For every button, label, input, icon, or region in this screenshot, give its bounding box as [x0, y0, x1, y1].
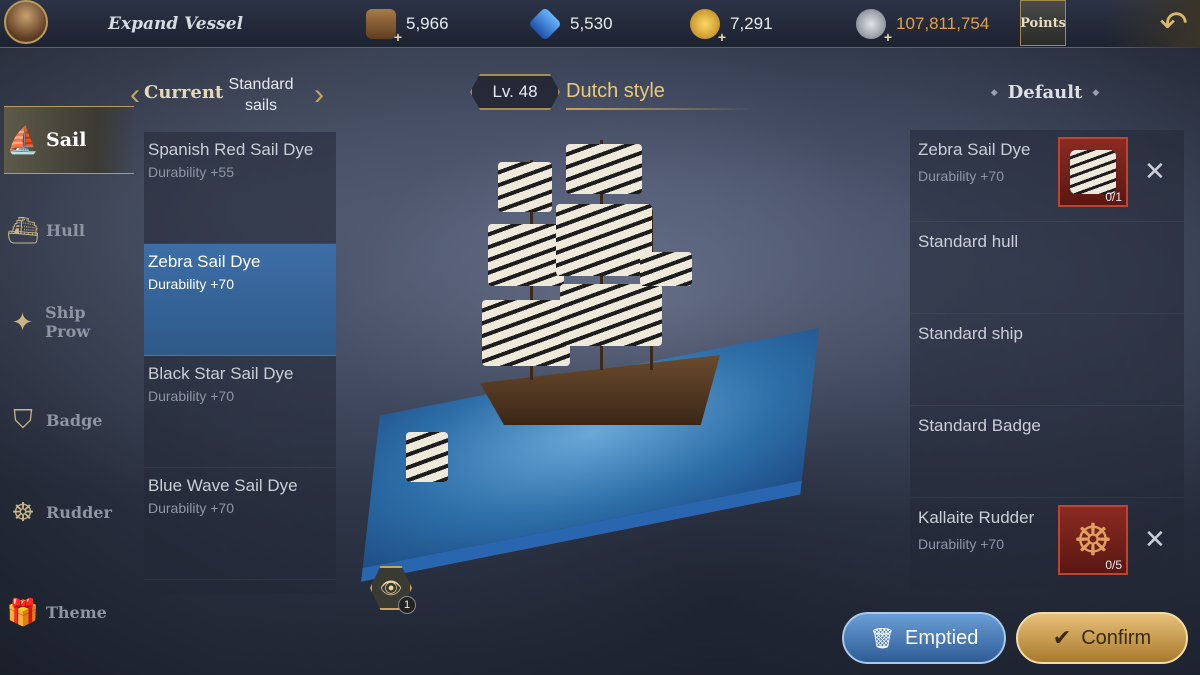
dye-durability: Durability +70 — [148, 500, 234, 516]
list-item[interactable]: Black Star Sail Dye Durability +70 — [144, 356, 336, 468]
rudder-wheel-icon[interactable]: ☸ 0/5 — [1058, 505, 1128, 575]
gem-value: 5,530 — [570, 14, 613, 33]
sail-dye-list[interactable]: Spanish Red Sail Dye Durability +55 Zebr… — [144, 132, 336, 594]
zebra-sail — [498, 162, 552, 212]
silver-coin-icon: + — [856, 9, 892, 45]
slot-name: Standard Badge — [918, 416, 1041, 435]
current-label: Current — [144, 82, 224, 103]
slot-ship-prow[interactable]: Standard ship — [910, 314, 1184, 406]
item-count: 0/5 — [1105, 558, 1122, 572]
remove-icon[interactable]: ✕ — [1144, 526, 1166, 552]
back-arrow-icon: ↶ — [1159, 5, 1189, 43]
sail-icon: ⛵ — [6, 124, 40, 155]
wood-icon: + — [366, 9, 402, 45]
list-item[interactable]: Spanish Red Sail Dye Durability +55 — [144, 132, 336, 244]
slot-name: Standard ship — [918, 324, 1023, 343]
slot-name: Zebra Sail Dye — [918, 140, 1031, 159]
tab-theme[interactable]: 🎁 Theme — [4, 578, 134, 646]
dye-name: Black Star Sail Dye — [148, 364, 294, 383]
list-item[interactable]: Blue Wave Sail Dye Durability +70 — [144, 468, 336, 580]
dye-durability: Durability +70 — [148, 388, 234, 404]
chevron-left-icon[interactable]: ‹ — [130, 78, 140, 112]
remove-icon[interactable]: ✕ — [1144, 158, 1166, 184]
tab-theme-label: Theme — [46, 602, 107, 622]
dye-name: Spanish Red Sail Dye — [148, 140, 314, 159]
prow-icon: ✦ — [11, 306, 34, 337]
zebra-sail — [556, 204, 652, 276]
item-count: 0/1 — [1105, 190, 1122, 204]
ship-style-name: Dutch style — [566, 80, 665, 102]
slot-hull[interactable]: Standard hull — [910, 222, 1184, 314]
dye-durability: Durability +70 — [148, 276, 234, 292]
hull-icon: ⛴ — [6, 214, 40, 245]
resource-wood[interactable]: + 5,966 — [366, 8, 449, 45]
slot-badge[interactable]: Standard Badge — [910, 406, 1184, 498]
rudder-icon: ☸ — [11, 496, 35, 527]
sail-mode-switch[interactable]: ‹ Current Standard sails › — [130, 74, 330, 114]
zebra-sail — [560, 284, 662, 346]
dye-name: Blue Wave Sail Dye — [148, 476, 298, 495]
slot-rudder[interactable]: Kallaite Rudder Durability +70 ☸ 0/5 ✕ — [910, 498, 1184, 590]
silver-value: 107,811,754 — [896, 14, 990, 33]
confirm-label: Confirm — [1081, 626, 1152, 649]
standard-sails-label: Standard sails — [228, 76, 294, 114]
back-button[interactable]: ↶ — [1104, 0, 1200, 48]
list-item[interactable]: Zebra Sail Dye Durability +70 — [144, 244, 336, 356]
slot-durability: Durability +70 — [918, 536, 1004, 552]
tab-badge[interactable]: ⛉ Badge — [4, 386, 134, 454]
dye-durability: Durability +55 — [148, 164, 234, 180]
zebra-sail-icon[interactable]: 0/1 — [1058, 137, 1128, 207]
chevron-right-icon[interactable]: › — [314, 78, 324, 112]
zebra-sail — [566, 144, 642, 194]
slot-name: Standard hull — [918, 232, 1019, 251]
wood-value: 5,966 — [406, 14, 449, 33]
badge-icon: ⛉ — [13, 404, 33, 434]
eye-count-badge: 1 — [398, 596, 416, 614]
tab-rudder-label: Rudder — [46, 502, 112, 522]
confirm-button[interactable]: ✔ Confirm — [1016, 612, 1188, 664]
ship-level-badge: Lv. 48 — [470, 74, 560, 110]
points-button[interactable]: Points — [1020, 0, 1066, 46]
resource-silver[interactable]: + 107,811,754 — [856, 8, 990, 45]
page-title: Expand Vessel — [108, 14, 244, 34]
resource-gem[interactable]: 5,530 — [528, 7, 613, 41]
gem-icon — [528, 7, 562, 41]
gift-icon: 🎁 — [6, 596, 40, 627]
eye-icon: 👁 — [379, 577, 403, 598]
tab-ship-prow-label: Ship Prow — [45, 303, 91, 341]
tab-sail[interactable]: ⛵ Sail — [4, 106, 134, 174]
equipped-slots-panel: Zebra Sail Dye Durability +70 0/1 ✕ Stan… — [910, 130, 1184, 590]
top-bar: Expand Vessel + 5,966 5,530 + 7,291 + 10… — [0, 0, 1200, 48]
emptied-button[interactable]: 🗑 Emptied — [842, 612, 1006, 664]
zebra-sail — [482, 300, 570, 366]
zebra-sail — [640, 252, 692, 286]
gold-value: 7,291 — [730, 14, 773, 33]
tab-hull-label: Hull — [46, 220, 85, 240]
zebra-sail — [406, 432, 448, 482]
tab-badge-label: Badge — [46, 410, 103, 430]
tab-hull[interactable]: ⛴ Hull — [4, 196, 134, 264]
slot-durability: Durability +70 — [918, 168, 1004, 184]
emptied-label: Emptied — [905, 626, 979, 649]
checkmark-icon: ✔ — [1052, 625, 1072, 650]
tab-rudder[interactable]: ☸ Rudder — [4, 478, 134, 546]
ship-preview[interactable] — [360, 120, 820, 582]
trash-icon: 🗑 — [869, 627, 895, 650]
default-header: Default — [940, 82, 1150, 103]
slot-name: Kallaite Rudder — [918, 508, 1035, 527]
captain-avatar[interactable] — [4, 0, 48, 44]
resource-gold[interactable]: + 7,291 — [690, 8, 773, 45]
style-underline — [566, 108, 756, 110]
tab-ship-prow[interactable]: ✦ Ship Prow — [4, 288, 134, 356]
zebra-sail — [488, 224, 564, 286]
dye-name: Zebra Sail Dye — [148, 252, 261, 271]
slot-sail[interactable]: Zebra Sail Dye Durability +70 0/1 ✕ — [910, 130, 1184, 222]
tab-sail-label: Sail — [46, 129, 87, 151]
gold-coin-icon: + — [690, 9, 726, 45]
